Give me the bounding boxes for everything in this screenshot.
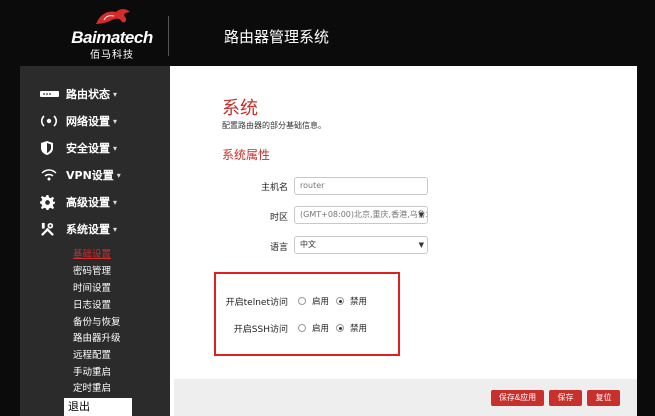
horse-logo-icon: [96, 9, 130, 24]
page-title: 系统: [222, 98, 258, 119]
sidebar-item-label: 高级设置: [66, 196, 110, 209]
sidebar-subitem-backup[interactable]: 备份与恢复: [73, 316, 121, 329]
save-apply-button[interactable]: 保存&应用: [491, 390, 544, 406]
language-value: 中文: [300, 240, 316, 249]
sidebar-item-router-status[interactable]: 路由状态 ▾: [40, 85, 117, 103]
sidebar-subitem-reboot[interactable]: 手动重启: [73, 366, 111, 379]
save-button[interactable]: 保存: [549, 390, 582, 406]
tools-icon: [40, 221, 62, 237]
sidebar-item-label: 系统设置: [66, 223, 110, 236]
router-status-icon: [40, 86, 62, 102]
sidebar-subitem-time[interactable]: 时间设置: [73, 282, 111, 295]
timezone-label: 时区: [269, 213, 288, 223]
right-margin: [637, 66, 655, 416]
wifi-signal-icon: [40, 167, 62, 183]
logo: Baimatech 佰马科技: [62, 6, 162, 62]
sidebar-subitem-log[interactable]: 日志设置: [73, 299, 111, 312]
sidebar-item-network[interactable]: 网络设置 ▾: [40, 112, 117, 130]
sidebar-item-system[interactable]: 系统设置 ▾: [40, 220, 117, 238]
chevron-down-icon: ▾: [113, 116, 118, 126]
main-content: 系统 配置路由器的部分基础信息。 系统属性 主机名 router 时区 (GMT…: [170, 66, 637, 416]
language-label: 语言: [269, 243, 288, 253]
ssh-enable-option[interactable]: 启用: [298, 322, 329, 334]
telnet-disable-radio[interactable]: [336, 297, 344, 305]
hostname-label: 主机名: [260, 183, 288, 193]
telnet-enable-text: 启用: [312, 297, 330, 307]
chevron-down-icon: ▾: [113, 224, 118, 234]
logout-button[interactable]: 退出: [64, 398, 132, 416]
timezone-value: (GMT+08:00)北京,重庆,香港,乌鲁木齐: [300, 210, 428, 219]
chevron-down-icon: ▼: [418, 241, 424, 249]
telnet-disable-option[interactable]: 禁用: [336, 295, 367, 307]
sidebar-item-label: 路由状态: [66, 88, 110, 101]
ssh-disable-radio[interactable]: [336, 324, 344, 332]
shield-icon: [40, 140, 62, 156]
timezone-select[interactable]: (GMT+08:00)北京,重庆,香港,乌鲁木齐 ▼: [294, 206, 428, 224]
sidebar-item-vpn[interactable]: VPN设置 ▾: [40, 166, 121, 184]
network-icon: [40, 113, 62, 129]
sidebar-item-security[interactable]: 安全设置 ▾: [40, 139, 117, 157]
telnet-label: 开启telnet访问: [225, 298, 288, 308]
language-select[interactable]: 中文 ▼: [294, 236, 428, 254]
sidebar-item-label: 网络设置: [66, 115, 110, 128]
header-divider: [168, 16, 169, 56]
telnet-enable-option[interactable]: 启用: [298, 295, 329, 307]
chevron-down-icon: ▼: [418, 211, 424, 219]
chevron-down-icon: ▾: [113, 89, 118, 99]
reset-button[interactable]: 复位: [587, 390, 620, 406]
sidebar-item-label: 安全设置: [66, 142, 110, 155]
ssh-disable-option[interactable]: 禁用: [336, 322, 367, 334]
highlight-box: [214, 272, 400, 356]
sidebar-subitem-scheduled-reboot[interactable]: 定时重启: [73, 382, 111, 395]
sidebar-item-advanced[interactable]: 高级设置 ▾: [40, 193, 117, 211]
page-description: 配置路由器的部分基础信息。: [222, 121, 326, 130]
sidebar-subitem-upgrade[interactable]: 路由器升级: [73, 332, 121, 345]
chevron-down-icon: ▾: [113, 143, 118, 153]
ssh-label: 开启SSH访问: [233, 325, 288, 335]
telnet-disable-text: 禁用: [350, 297, 368, 307]
brand-name-cn: 佰马科技: [90, 50, 134, 61]
app-title: 路由器管理系统: [224, 28, 330, 46]
ssh-disable-text: 禁用: [350, 324, 368, 334]
ssh-enable-text: 启用: [312, 324, 330, 334]
hostname-input[interactable]: router: [294, 177, 428, 195]
gear-icon: [40, 194, 62, 210]
sidebar-subitem-basic-settings[interactable]: 基础设置: [73, 248, 111, 261]
chevron-down-icon: ▾: [113, 197, 118, 207]
sidebar-item-label: VPN设置: [66, 169, 114, 182]
section-title: 系统属性: [222, 148, 271, 162]
chevron-down-icon: ▾: [116, 170, 121, 180]
ssh-enable-radio[interactable]: [298, 324, 306, 332]
sidebar-subitem-password[interactable]: 密码管理: [73, 265, 111, 278]
brand-name: Baimatech: [71, 28, 153, 47]
sidebar: 路由状态 ▾ 网络设置 ▾ 安全设置 ▾ VPN设置 ▾ 高级设置 ▾ 系统设置: [20, 66, 170, 416]
header: Baimatech 佰马科技 路由器管理系统: [0, 0, 655, 66]
telnet-enable-radio[interactable]: [298, 297, 306, 305]
sidebar-subitem-remote[interactable]: 远程配置: [73, 349, 111, 362]
